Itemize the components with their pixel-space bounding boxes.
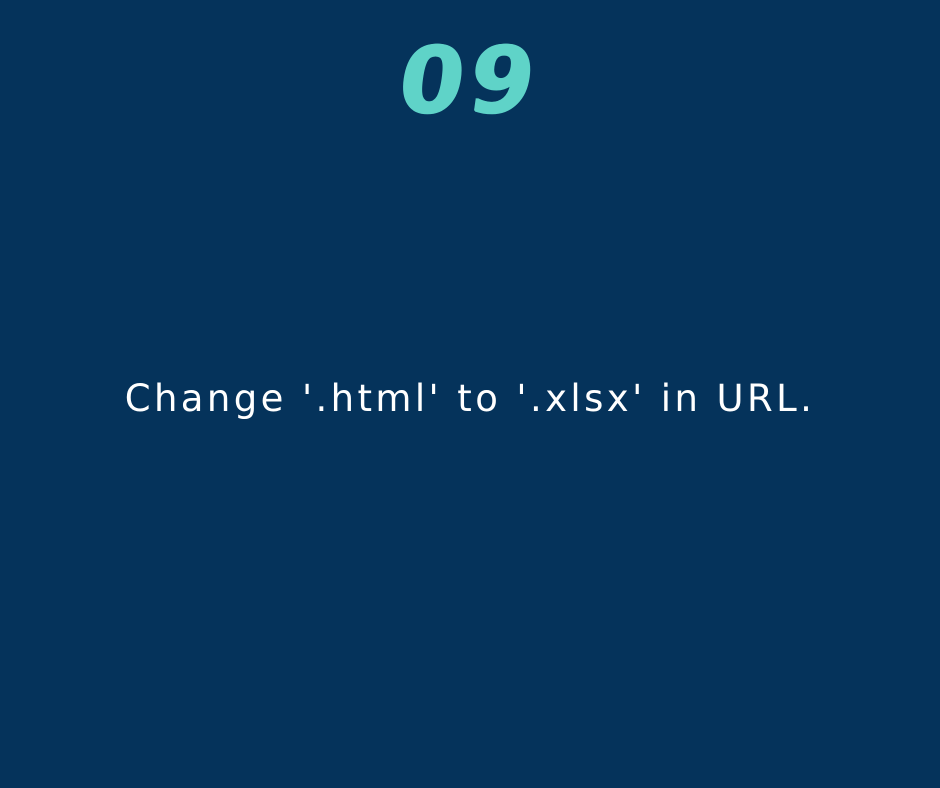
instruction-text: Change '.html' to '.xlsx' in URL. — [124, 376, 816, 420]
step-number: 09 — [392, 27, 548, 134]
instruction-slide: 09 Change '.html' to '.xlsx' in URL. — [0, 0, 940, 788]
